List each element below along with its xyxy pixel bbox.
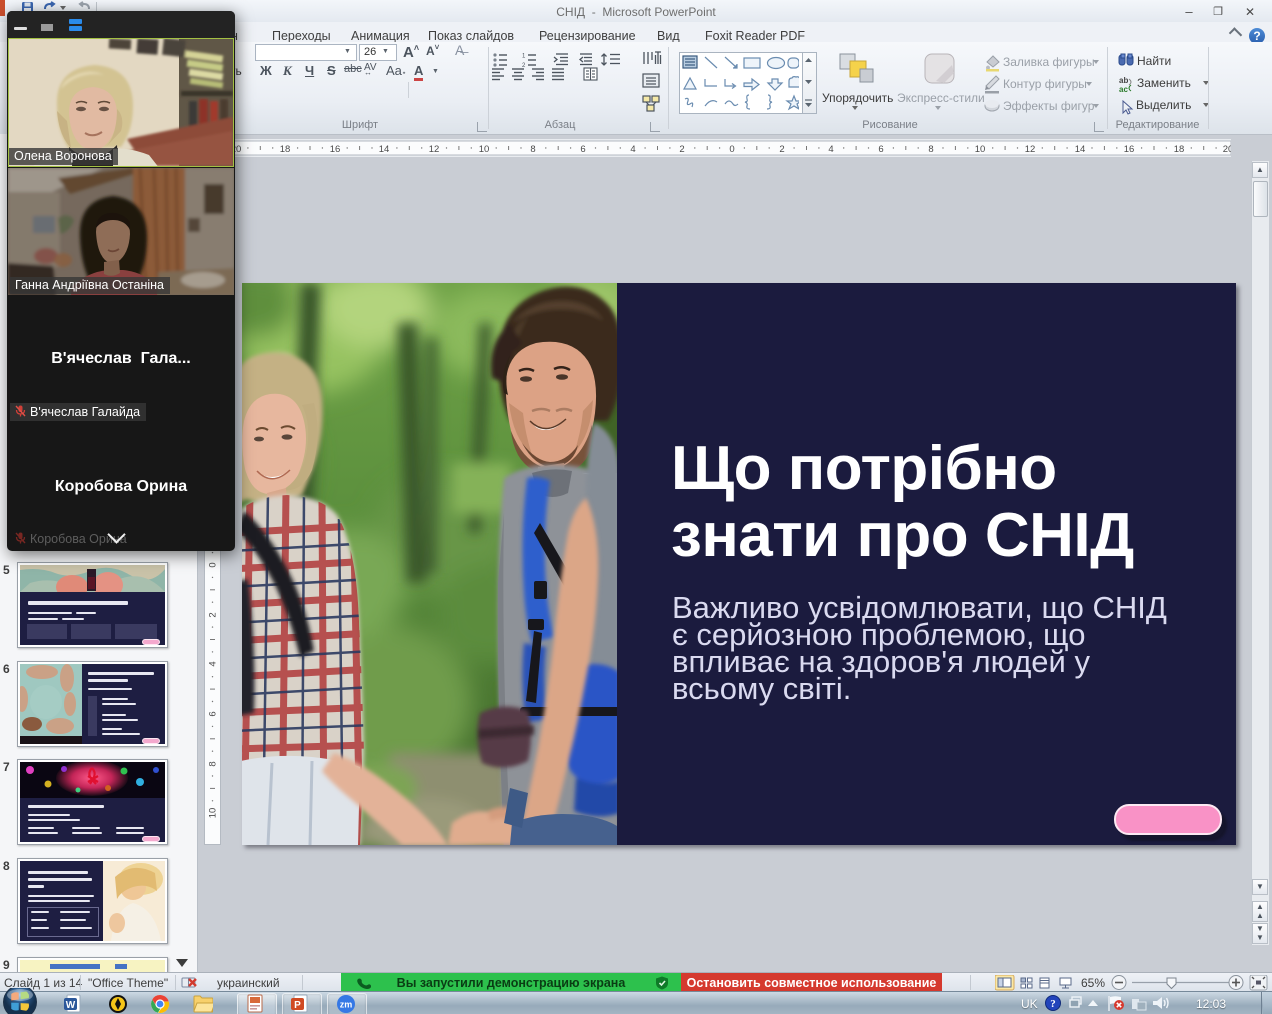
svg-text:ac: ac	[1119, 85, 1128, 94]
svg-text:18: 18	[280, 144, 291, 155]
svg-text:0: 0	[208, 562, 219, 567]
svg-text:20: 20	[1223, 144, 1231, 155]
svg-text:ab: ab	[1119, 76, 1128, 85]
svg-text:12: 12	[1025, 144, 1036, 155]
svg-text:zm: zm	[340, 1000, 353, 1010]
svg-text:0: 0	[729, 144, 734, 155]
svg-text:6: 6	[208, 711, 219, 716]
svg-text:16: 16	[1124, 144, 1135, 155]
svg-text:8: 8	[530, 144, 535, 155]
svg-text:1: 1	[522, 54, 526, 60]
svg-text:10: 10	[479, 144, 490, 155]
svg-text:4: 4	[630, 144, 635, 155]
svg-text:14: 14	[379, 144, 390, 155]
svg-text:6: 6	[878, 144, 883, 155]
svg-text:4: 4	[828, 144, 833, 155]
svg-text:2: 2	[679, 144, 684, 155]
svg-text:8: 8	[928, 144, 933, 155]
svg-text:2: 2	[779, 144, 784, 155]
svg-text:?: ?	[1050, 998, 1056, 1010]
svg-text:6: 6	[580, 144, 585, 155]
svg-text:P: P	[294, 1000, 301, 1011]
svg-text:10: 10	[208, 808, 219, 819]
svg-text:18: 18	[1174, 144, 1185, 155]
svg-text:8: 8	[208, 761, 219, 766]
svg-text:W: W	[66, 1000, 76, 1011]
svg-text:12: 12	[429, 144, 440, 155]
svg-text:10: 10	[975, 144, 986, 155]
svg-text:4: 4	[208, 661, 219, 666]
svg-text:2: 2	[208, 612, 219, 617]
svg-text:14: 14	[1075, 144, 1086, 155]
svg-text:16: 16	[330, 144, 341, 155]
